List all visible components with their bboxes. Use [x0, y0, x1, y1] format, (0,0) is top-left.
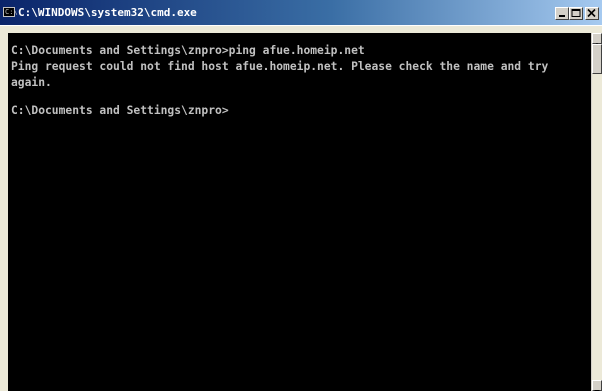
maximize-button[interactable]: [569, 7, 583, 20]
scroll-down-arrow-icon: [594, 390, 600, 391]
minimize-icon: [559, 15, 565, 17]
maximize-icon: [571, 9, 581, 17]
console-line: C:\Documents and Settings\znpro>: [11, 104, 229, 117]
window-title: C:\WINDOWS\system32\cmd.exe: [18, 6, 197, 19]
scroll-down-button[interactable]: [592, 380, 602, 391]
close-button[interactable]: [585, 7, 599, 20]
console-output[interactable]: C:\Documents and Settings\znpro>ping afu…: [8, 33, 591, 391]
close-icon: [587, 8, 596, 18]
console-icon[interactable]: C:\: [3, 7, 18, 17]
vertical-scrollbar[interactable]: [591, 33, 602, 391]
console-line: C:\Documents and Settings\znpro>ping afu…: [11, 44, 365, 57]
console-line: again.: [11, 76, 52, 89]
console-line: Ping request could not find host afue.ho…: [11, 60, 549, 73]
cmd-window: C:\ C:\WINDOWS\system32\cmd.exe C:\Docum…: [0, 0, 602, 391]
console-icon-label: C:\: [5, 8, 18, 16]
scroll-up-button[interactable]: [592, 33, 602, 46]
window-border: [0, 26, 8, 391]
scrollbar-thumb[interactable]: [592, 44, 602, 74]
minimize-button[interactable]: [555, 7, 569, 20]
title-bar[interactable]: C:\ C:\WINDOWS\system32\cmd.exe: [0, 0, 602, 26]
